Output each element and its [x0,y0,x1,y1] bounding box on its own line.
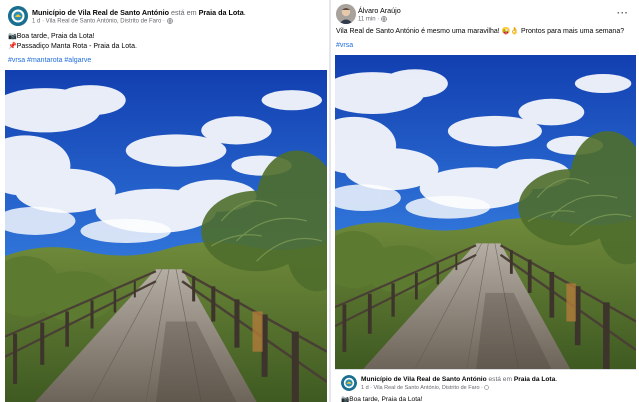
shared-photo[interactable] [335,55,636,369]
left-post-header: Município de Vila Real de Santo António … [0,0,329,30]
user-avatar[interactable] [336,4,356,24]
profile-photo-icon [336,4,356,24]
shared-meta: 1 d · Vila Real de Santo António, Distri… [361,385,490,391]
globe-icon [166,18,173,24]
location-link[interactable]: Praia da Lota [199,8,244,17]
post-meta-text[interactable]: 1 d · Vila Real de Santo António, Distri… [32,19,167,25]
post-author-line: Município de Vila Real de Santo António … [32,8,246,17]
shared-meta-text[interactable]: 1 d · Vila Real de Santo António, Distri… [361,385,484,391]
left-post-card: Município de Vila Real de Santo António … [0,0,329,402]
shared-location[interactable]: Praia da Lota [514,376,555,383]
right-post-text: Vila Real de Santo António é mesmo uma m… [336,28,625,35]
more-options-button[interactable]: ··· [617,8,629,19]
page-avatar[interactable] [341,375,357,391]
right-post-card: Álvaro Araújo 11 min · ··· Vila Real de … [331,0,639,402]
right-post-meta: 11 min · [358,16,387,23]
post-line-2: 📌Passadiço Manta Rota - Praia da Lota. [8,43,137,50]
author-name[interactable]: Álvaro Araújo [358,6,401,15]
right-author-line: Álvaro Araújo [358,6,401,15]
right-hashtags[interactable]: #vrsa [336,40,353,51]
boardwalk-photo [335,55,636,369]
crest-icon [341,375,357,391]
globe-icon [381,16,387,22]
shared-author-name[interactable]: Município de Vila Real de Santo António [361,376,487,383]
boardwalk-photo [5,70,327,402]
globe-icon [484,385,490,390]
connector-text: está em [170,8,197,17]
shared-connector: está em [488,376,512,383]
crest-icon [8,6,28,26]
page-avatar[interactable] [8,6,28,26]
shared-post-box[interactable]: Município de Vila Real de Santo António … [335,369,636,402]
shared-author-line: Município de Vila Real de Santo António … [361,376,558,383]
post-time[interactable]: 11 min · [358,17,381,23]
author-name[interactable]: Município de Vila Real de Santo António [32,8,169,17]
shared-line-1: 📷Boa tarde, Praia da Lota! [341,396,423,402]
post-meta: 1 d · Vila Real de Santo António, Distri… [32,18,173,25]
post-photo[interactable] [5,70,327,402]
hashtags[interactable]: #vrsa #mantarota #algarve [8,55,91,66]
